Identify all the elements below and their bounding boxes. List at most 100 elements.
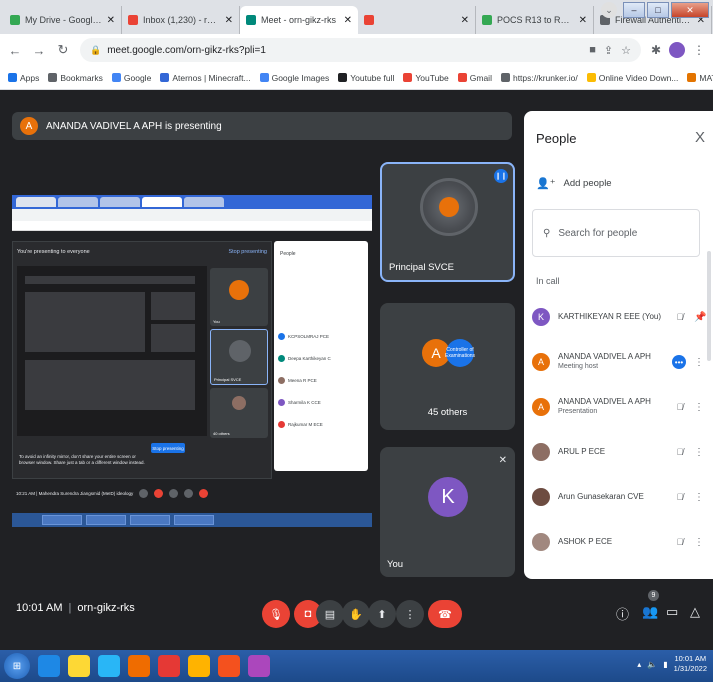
tab-close-icon[interactable]: ✕ bbox=[225, 15, 233, 26]
participant-row[interactable]: A ANANDA VADIVEL A APH Meeting host ••• ⋮ bbox=[532, 346, 704, 378]
tab-close-icon[interactable]: ✕ bbox=[344, 15, 352, 26]
bookmark-item[interactable]: Bookmarks bbox=[48, 73, 103, 83]
more-options-icon[interactable]: ⋮ bbox=[694, 492, 704, 503]
search-people-input[interactable]: ⚲ Search for people bbox=[532, 209, 700, 257]
tab-close-icon[interactable]: ✕ bbox=[461, 15, 469, 26]
back-icon[interactable]: ← bbox=[8, 43, 22, 58]
bookmark-item[interactable]: Gmail bbox=[457, 73, 492, 83]
browser-tab[interactable]: Inbox (1,230) - rker@srce.ac.in ✕ bbox=[122, 6, 240, 34]
participant-row[interactable]: A ANANDA VADIVEL A APH Presentation 🎙̸ ⋮ bbox=[532, 391, 704, 423]
participant-row[interactable]: K KARTHIKEYAN R EEE (You) 🎙̸ 📌 bbox=[532, 301, 706, 333]
tab-favicon-icon bbox=[482, 15, 492, 25]
in-call-label: In call bbox=[536, 276, 560, 286]
tab-title: Meet - orn-gikz-rks bbox=[261, 15, 337, 25]
more-options-button[interactable]: ⋮ bbox=[396, 600, 424, 628]
camera-icon[interactable]: ■ bbox=[589, 44, 596, 57]
bookmark-item[interactable]: Google bbox=[111, 72, 152, 83]
profile-avatar[interactable] bbox=[669, 42, 685, 58]
captions-button[interactable]: ▤ bbox=[316, 600, 344, 628]
add-people-button[interactable]: 👤⁺ Add people bbox=[536, 177, 612, 190]
more-options-icon[interactable]: ⋮ bbox=[694, 357, 704, 368]
menu-icon[interactable]: ⋮ bbox=[693, 43, 705, 57]
leave-call-button[interactable]: ☎ bbox=[428, 600, 462, 628]
shared-tile-you: You bbox=[210, 268, 268, 326]
close-window-button[interactable]: ✕ bbox=[671, 2, 709, 18]
mic-off-icon[interactable]: 🎙̸ bbox=[674, 492, 686, 502]
bookmark-item[interactable]: MATLAB - Google... bbox=[687, 73, 713, 83]
reload-icon[interactable]: ↻ bbox=[56, 42, 70, 58]
bookmark-item[interactable]: Apps bbox=[8, 73, 39, 83]
people-icon[interactable]: 👥 bbox=[642, 604, 658, 620]
others-badge-avatar: Controller of Examinations bbox=[445, 339, 475, 367]
bookmark-item[interactable]: Aternos | Minecraft... bbox=[160, 73, 251, 83]
participant-row[interactable]: Arun Gunasekaran CVE 🎙̸ ⋮ bbox=[532, 481, 704, 513]
star-icon[interactable]: ☆ bbox=[621, 44, 631, 57]
taskbar-app-icon[interactable] bbox=[188, 655, 210, 677]
taskbar-app-icon[interactable] bbox=[128, 655, 150, 677]
shared-bookmarks-bar bbox=[12, 221, 372, 231]
people-scrollbar[interactable] bbox=[707, 251, 711, 361]
tab-close-icon[interactable]: ✕ bbox=[107, 15, 115, 26]
close-icon[interactable]: X bbox=[695, 129, 705, 146]
network-icon[interactable]: ▮ bbox=[663, 660, 667, 669]
taskbar-app-icon[interactable] bbox=[158, 655, 180, 677]
browser-tab[interactable]: ✕ bbox=[358, 6, 476, 34]
tile-principal[interactable]: ❙❙ Principal SVCE bbox=[380, 162, 515, 282]
mic-off-icon[interactable]: 🎙̸ bbox=[674, 537, 686, 547]
share-icon[interactable]: ⇪ bbox=[604, 44, 613, 57]
omnibox-actions: ■ ⇪ ☆ bbox=[589, 44, 631, 57]
raise-hand-button[interactable]: ✋ bbox=[342, 600, 370, 628]
shared-people-avatar bbox=[278, 420, 285, 428]
more-options-icon[interactable]: ⋮ bbox=[694, 402, 704, 413]
bookmark-item[interactable]: Google Images bbox=[259, 73, 329, 83]
bookmark-item[interactable]: Youtube full bbox=[338, 73, 394, 83]
forward-icon[interactable]: → bbox=[32, 43, 46, 58]
tile-others[interactable]: A Controller of Examinations 45 others bbox=[380, 303, 515, 430]
chevron-down-icon[interactable]: ⌄ bbox=[601, 2, 617, 18]
mic-off-icon[interactable]: 🎙̸ bbox=[674, 447, 686, 457]
chat-icon[interactable]: ▭ bbox=[666, 604, 678, 620]
shared-screen[interactable]: You're presenting to everyone Stop prese… bbox=[12, 195, 374, 543]
mic-off-icon[interactable]: 🎙̸ bbox=[674, 402, 686, 412]
bookmark-item[interactable]: Online Video Down... bbox=[586, 73, 678, 83]
participant-name: ASHOK P ECE bbox=[558, 537, 613, 546]
tab-close-icon[interactable]: ✕ bbox=[579, 15, 587, 26]
more-options-icon[interactable]: ⋮ bbox=[694, 447, 704, 458]
activities-icon[interactable]: △ bbox=[690, 604, 700, 620]
taskbar-app-icon[interactable] bbox=[218, 655, 240, 677]
start-button[interactable]: ⊞ bbox=[4, 653, 30, 679]
info-icon[interactable]: ⓘ bbox=[616, 604, 629, 623]
taskbar-apps bbox=[30, 655, 270, 677]
mic-off-button[interactable]: 🎙 bbox=[262, 600, 290, 628]
taskbar-clock[interactable]: 10:01 AM 1/31/2022 bbox=[674, 654, 707, 674]
volume-icon[interactable]: 🔈 bbox=[647, 660, 657, 669]
shared-tab bbox=[58, 197, 98, 207]
url-text[interactable]: meet.google.com/orn-gikz-rks?pli=1 bbox=[107, 45, 583, 56]
taskbar-app-icon[interactable] bbox=[98, 655, 120, 677]
pin-icon[interactable]: 📌 bbox=[694, 312, 706, 323]
bookmark-label: Google bbox=[123, 72, 152, 83]
participant-row[interactable]: ASHOK P ECE 🎙̸ ⋮ bbox=[532, 526, 704, 558]
taskbar-app-icon[interactable] bbox=[68, 655, 90, 677]
browser-tab[interactable]: POCS R13 to R16 - Google Sh ✕ bbox=[476, 6, 594, 34]
more-options-icon[interactable]: ⋮ bbox=[694, 537, 704, 548]
puzzle-icon[interactable]: ✱ bbox=[651, 43, 661, 57]
mic-off-icon[interactable]: 🎙̸ bbox=[674, 312, 686, 322]
maximize-button[interactable]: □ bbox=[647, 2, 669, 18]
taskbar-app-icon[interactable] bbox=[248, 655, 270, 677]
bookmark-item[interactable]: https://krunker.io/ bbox=[500, 73, 578, 83]
tray-arrow-icon[interactable]: ▴ bbox=[637, 660, 641, 669]
browser-tab[interactable]: Meet - orn-gikz-rks ✕ bbox=[240, 6, 358, 34]
present-button[interactable]: ⬆ bbox=[368, 600, 396, 628]
participant-avatar bbox=[532, 533, 550, 551]
others-count: 45 others bbox=[427, 407, 468, 418]
address-bar[interactable]: 🔒 meet.google.com/orn-gikz-rks?pli=1 ■ ⇪… bbox=[80, 38, 641, 62]
bookmark-item[interactable]: YouTube bbox=[403, 73, 449, 83]
bookmark-icon bbox=[48, 73, 58, 82]
taskbar-app-icon[interactable] bbox=[38, 655, 60, 677]
participant-row[interactable]: ARUL P ECE 🎙̸ ⋮ bbox=[532, 436, 704, 468]
tile-label: Principal SVCE bbox=[389, 262, 454, 273]
tile-you[interactable]: ✕ K You bbox=[380, 447, 515, 577]
minimize-button[interactable]: – bbox=[623, 2, 645, 18]
browser-tab[interactable]: My Drive - Google Drive ✕ bbox=[4, 6, 122, 34]
